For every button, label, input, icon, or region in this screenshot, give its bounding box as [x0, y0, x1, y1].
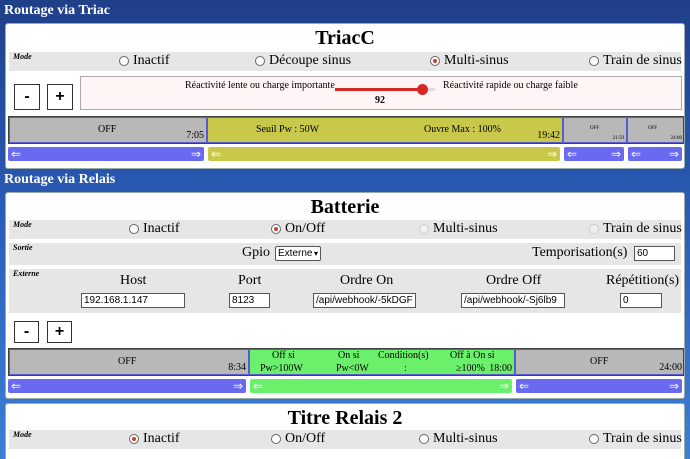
externe-label: Externe	[13, 269, 40, 278]
arrow-left-icon[interactable]: ⇐	[211, 147, 221, 161]
range-bar[interactable]: ⇐ ⇒	[208, 147, 560, 161]
slider-right-label: Réactivité rapide ou charge faible	[443, 80, 578, 91]
repetition-header: Répétition(s)	[606, 273, 680, 288]
card-title: Batterie	[310, 196, 380, 218]
slider-value: 92	[375, 95, 385, 106]
gpio-label: Gpio	[242, 245, 270, 260]
timeline-segment-off[interactable]: OFF 24:00	[515, 349, 683, 375]
mode-label: Mode	[13, 430, 32, 439]
port-header: Port	[238, 273, 262, 288]
card-title: TriacC	[315, 27, 375, 49]
section-title-relais: Routage via Relais	[4, 172, 116, 187]
ordre-on-input[interactable]: /api/webhook/-5kDGF	[313, 293, 416, 308]
arrow-left-icon[interactable]: ⇐	[253, 379, 263, 393]
radio-dot[interactable]	[589, 56, 599, 66]
relais2-card: Titre Relais 2 Mode Inactif On/Off Multi…	[5, 403, 685, 459]
temporisation-input[interactable]: 60	[634, 246, 675, 261]
radio-multi-sinus: Multi-sinus	[419, 221, 498, 237]
reactivity-slider[interactable]	[335, 84, 435, 96]
port-input[interactable]: 8123	[229, 293, 270, 308]
radio-inactif[interactable]: Inactif	[129, 431, 180, 447]
mode-label: Mode	[13, 52, 32, 61]
radio-dot-selected[interactable]	[430, 56, 440, 66]
radio-dot[interactable]	[119, 56, 129, 66]
radio-dot	[419, 224, 429, 234]
radio-dot[interactable]	[129, 224, 139, 234]
reactivity-panel: Réactivité lente ou charge importante Ré…	[80, 76, 682, 110]
radio-dot[interactable]	[589, 434, 599, 444]
ordre-off-header: Ordre Off	[486, 273, 542, 288]
radio-dot	[589, 224, 599, 234]
batterie-timeline: OFF 8:34 Off si Pw>100W On si Pw<0W Cond…	[8, 348, 684, 376]
range-bar[interactable]: ⇐ ⇒	[250, 379, 512, 393]
arrow-left-icon[interactable]: ⇐	[11, 147, 21, 161]
range-bar[interactable]: ⇐ ⇒	[8, 379, 246, 393]
radio-train-de-sinus: Train de sinus	[589, 221, 682, 237]
mode-row: Mode Inactif On/Off Multi-sinus Train de…	[9, 220, 682, 239]
range-bar[interactable]: ⇐ ⇒	[516, 379, 682, 393]
slider-fill	[335, 88, 423, 91]
timeline-segment-off[interactable]: OFF 8:34	[9, 349, 249, 375]
arrow-right-icon[interactable]: ⇒	[233, 379, 243, 393]
radio-multi-sinus[interactable]: Multi-sinus	[419, 431, 498, 447]
arrow-right-icon[interactable]: ⇒	[611, 147, 621, 161]
gpio-select[interactable]: Externe ▾	[275, 246, 321, 261]
triac-timeline: OFF 7:05 Seuil Pw : 50W Ouvre Max : 100%…	[8, 116, 684, 144]
arrow-right-icon[interactable]: ⇒	[669, 379, 679, 393]
plus-button[interactable]: +	[47, 84, 73, 110]
arrow-left-icon[interactable]: ⇐	[567, 147, 577, 161]
section-title-triac: Routage via Triac	[4, 3, 111, 18]
host-input[interactable]: 192.168.1.147	[81, 293, 185, 308]
range-bar[interactable]: ⇐ ⇒	[8, 147, 204, 161]
minus-button[interactable]: -	[14, 321, 39, 343]
arrow-right-icon[interactable]: ⇒	[499, 379, 509, 393]
timeline-segment-off[interactable]: OFF 24:00	[627, 117, 683, 143]
temporisation-label: Temporisation(s)	[532, 245, 628, 260]
radio-dot-selected[interactable]	[129, 434, 139, 444]
range-bar[interactable]: ⇐ ⇒	[628, 147, 682, 161]
radio-dot[interactable]	[255, 56, 265, 66]
mode-label: Mode	[13, 220, 32, 229]
arrow-left-icon[interactable]: ⇐	[11, 379, 21, 393]
externe-row: Externe Host Port Ordre On Ordre Off Rép…	[9, 269, 681, 313]
timeline-segment-off[interactable]: OFF 21:59	[563, 117, 627, 143]
radio-decoupe-sinus[interactable]: Découpe sinus	[255, 53, 351, 69]
radio-dot[interactable]	[271, 434, 281, 444]
batterie-card: Batterie Mode Inactif On/Off Multi-sinus…	[5, 192, 685, 399]
mode-row: Mode Inactif Découpe sinus Multi-sinus T…	[9, 52, 682, 71]
arrow-right-icon[interactable]: ⇒	[191, 147, 201, 161]
slider-left-label: Réactivité lente ou charge importante	[185, 80, 335, 91]
chevron-down-icon[interactable]: ▾	[314, 247, 318, 260]
ordre-off-input[interactable]: /api/webhook/-Sj6lb9	[461, 293, 565, 308]
card-title: Titre Relais 2	[287, 407, 403, 429]
mode-row: Mode Inactif On/Off Multi-sinus Train de…	[9, 430, 682, 449]
sortie-label: Sortie	[13, 243, 33, 252]
range-bar[interactable]: ⇐ ⇒	[564, 147, 624, 161]
timeline-segment-multi-sinus[interactable]: Seuil Pw : 50W Ouvre Max : 100% 19:42	[207, 117, 563, 143]
arrow-left-icon[interactable]: ⇐	[519, 379, 529, 393]
slider-thumb[interactable]	[416, 84, 428, 95]
triac-card: TriacC Mode Inactif Découpe sinus Multi-…	[5, 23, 685, 169]
radio-dot[interactable]	[419, 434, 429, 444]
sortie-row: Sortie Gpio Externe ▾ Temporisation(s) 6…	[9, 243, 681, 265]
plus-button[interactable]: +	[47, 321, 72, 343]
arrow-right-icon[interactable]: ⇒	[669, 147, 679, 161]
radio-inactif[interactable]: Inactif	[119, 53, 170, 69]
timeline-segment-off[interactable]: OFF 7:05	[9, 117, 207, 143]
arrow-left-icon[interactable]: ⇐	[631, 147, 641, 161]
radio-train-de-sinus[interactable]: Train de sinus	[589, 53, 682, 69]
ordre-on-header: Ordre On	[340, 273, 394, 288]
radio-inactif[interactable]: Inactif	[129, 221, 180, 237]
repetition-input[interactable]: 0	[620, 293, 662, 308]
minus-button[interactable]: -	[14, 84, 40, 110]
radio-dot-selected[interactable]	[271, 224, 281, 234]
radio-train-de-sinus[interactable]: Train de sinus	[589, 431, 682, 447]
radio-multi-sinus[interactable]: Multi-sinus	[430, 53, 509, 69]
timeline-segment-on-off[interactable]: Off si Pw>100W On si Pw<0W Condition(s) …	[249, 349, 515, 375]
radio-on-off[interactable]: On/Off	[271, 431, 325, 447]
radio-on-off[interactable]: On/Off	[271, 221, 325, 237]
host-header: Host	[120, 273, 147, 288]
arrow-right-icon[interactable]: ⇒	[547, 147, 557, 161]
